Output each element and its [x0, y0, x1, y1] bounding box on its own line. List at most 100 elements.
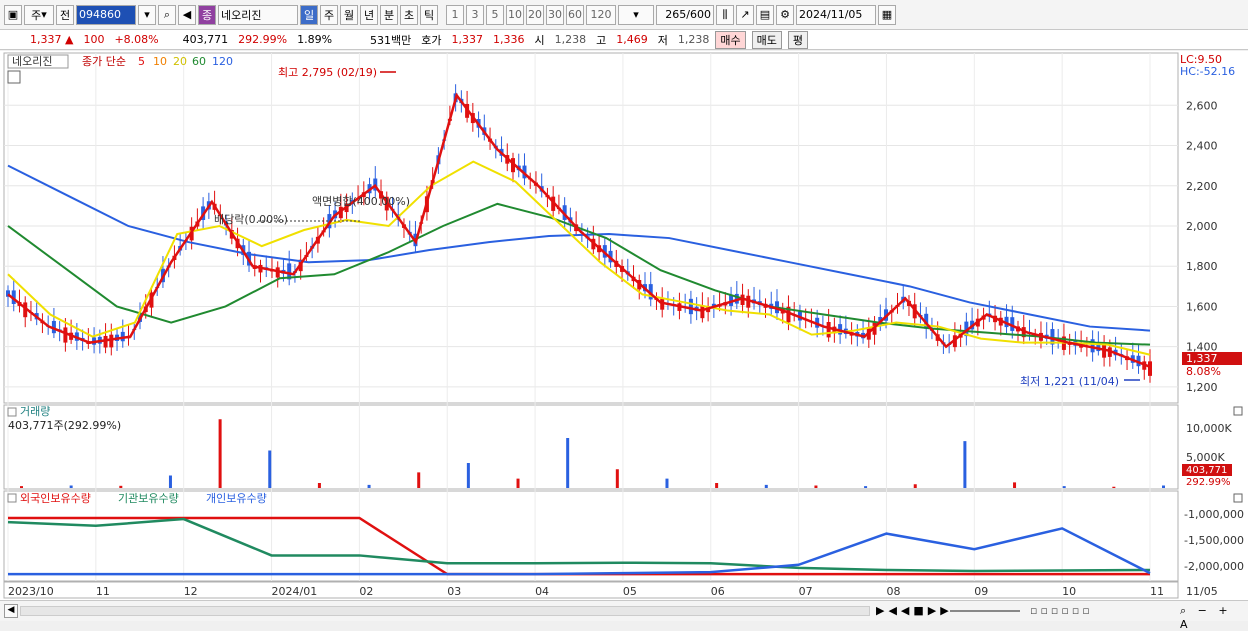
low-price: 1,238: [677, 33, 710, 46]
ma-period-60: 60: [192, 55, 206, 68]
x-axis-label: 02: [359, 585, 373, 598]
tab-second[interactable]: 초: [400, 4, 418, 25]
date-input[interactable]: 2024/11/05: [796, 4, 876, 25]
candle-body: [700, 305, 705, 319]
horizontal-scrollbar[interactable]: [20, 606, 870, 616]
calendar-icon[interactable]: ▦: [878, 4, 896, 25]
volume-panel-close-icon[interactable]: [1233, 406, 1243, 416]
period-select[interactable]: 주 ▾: [24, 4, 54, 25]
stock-name-field: 네오리진: [218, 4, 298, 25]
settings-gear-icon[interactable]: ⚙: [776, 4, 794, 25]
ma-label: 종가 단순: [82, 55, 126, 68]
bottom-bar: ◀ ▶◀◀■▶▶ ▫▫▫▫▫▫ ⌕ − + A: [0, 600, 1248, 631]
tab-minute[interactable]: 분: [380, 4, 398, 25]
price-tick-label: 1,200: [1186, 381, 1218, 394]
x-axis-label: 10: [1062, 585, 1076, 598]
eval-button[interactable]: 평: [787, 30, 809, 49]
volume-bar: [466, 463, 470, 488]
stock-type-badge: 종: [198, 4, 216, 25]
interval-20[interactable]: 20: [526, 4, 544, 25]
price-tick-label: 2,400: [1186, 140, 1218, 153]
sell-button[interactable]: 매도: [751, 30, 782, 49]
trade-amount: 531백만: [370, 33, 412, 47]
volume-axis-10000k: 10,000K: [1186, 422, 1232, 435]
high-price: 1,469: [616, 33, 648, 46]
ma-period-120: 120: [212, 55, 233, 68]
volume-bar: [615, 469, 619, 488]
price-tick-label: 2,600: [1186, 99, 1218, 112]
tool-icons[interactable]: ▫▫▫▫▫▫: [1030, 604, 1093, 617]
x-axis-label: 04: [535, 585, 549, 598]
volume-bar: [665, 478, 669, 488]
interval-120[interactable]: 120: [586, 4, 616, 25]
x-axis-label: 07: [799, 585, 813, 598]
holding-axis-1-5m: -1,500,000: [1184, 534, 1244, 547]
zoom-slider[interactable]: [950, 610, 1020, 612]
code-dropdown-icon[interactable]: ▾: [138, 4, 156, 25]
price-change-pct: +8.08%: [114, 33, 159, 46]
volume-bar: [417, 472, 421, 488]
speaker-icon[interactable]: ◀: [178, 4, 196, 25]
holding-axis-1m: -1,000,000: [1184, 508, 1244, 521]
zoom-controls[interactable]: ⌕ − + A: [1180, 604, 1248, 631]
volume-bar: [1162, 485, 1165, 488]
price-change: 100: [83, 33, 105, 46]
playback-controls[interactable]: ▶◀◀■▶▶: [876, 604, 953, 617]
chart-layout-icon[interactable]: ▣: [4, 4, 22, 25]
volume-bar: [764, 484, 768, 488]
tab-year[interactable]: 년: [360, 4, 378, 25]
back-button[interactable]: 전: [56, 4, 74, 25]
volume-bar: [1112, 486, 1116, 488]
volume-bar: [516, 478, 520, 488]
current-price-tag: 1,337: [1186, 352, 1218, 365]
chart-area[interactable]: 2,600 2,400 2,200 2,000 1,800 1,600 1,400 1,200…: [0, 51, 1248, 621]
price-tick-label: 1,600: [1186, 300, 1218, 313]
holding-panel-frame: [3, 490, 1179, 582]
volume-bar: [913, 484, 917, 488]
interval-30[interactable]: 30: [546, 4, 564, 25]
current-price: 1,337 ▲: [30, 33, 74, 46]
interval-5[interactable]: 5: [486, 4, 504, 25]
candle-body: [1148, 361, 1152, 376]
holding-panel-close-icon[interactable]: [1233, 493, 1243, 503]
holding-panel-toggle[interactable]: [7, 493, 17, 503]
save-icon[interactable]: ▤: [756, 4, 774, 25]
draw-tool-icon[interactable]: ↗: [736, 4, 754, 25]
volume-current-tag: 403,771: [1186, 465, 1227, 476]
interval-10[interactable]: 10: [506, 4, 524, 25]
volume-bar: [1062, 486, 1066, 488]
volume-panel-toggle[interactable]: [7, 407, 17, 417]
candle-body: [109, 334, 114, 348]
ma-period-10: 10: [153, 55, 167, 68]
stock-code-input[interactable]: 094860: [76, 4, 136, 25]
tab-month[interactable]: 월: [340, 4, 358, 25]
tab-tick[interactable]: 틱: [420, 4, 438, 25]
interval-60[interactable]: 60: [566, 4, 584, 25]
high-label: 고: [596, 33, 607, 47]
buy-button[interactable]: 매수: [715, 30, 746, 49]
volume-bar: [864, 486, 868, 488]
scroll-left-icon[interactable]: ◀: [4, 604, 18, 618]
chart-svg[interactable]: 2,6002,4002,2002,0001,8001,6001,4001,200…: [0, 51, 1248, 600]
candle-body: [826, 322, 831, 338]
search-icon[interactable]: ⌕: [158, 4, 176, 25]
low-label: 저: [657, 33, 668, 47]
tab-week[interactable]: 주: [320, 4, 338, 25]
interval-3[interactable]: 3: [466, 4, 484, 25]
price-tick-label: 1,800: [1186, 260, 1218, 273]
candle-style-icon[interactable]: ⫼: [716, 4, 734, 25]
candle-count-input[interactable]: 265/600: [656, 4, 714, 25]
volume-bar: [69, 485, 73, 488]
x-axis-label: 09: [974, 585, 988, 598]
ma-period-5: 5: [138, 55, 145, 68]
price-tick-label: 2,200: [1186, 180, 1218, 193]
table-view-icon[interactable]: [7, 70, 21, 84]
turnover-pct: 1.89%: [297, 33, 333, 46]
quote-bar: 1,337 ▲ 100 +8.08% 403,771 292.99% 1.89%…: [0, 30, 1248, 50]
interval-1[interactable]: 1: [446, 4, 464, 25]
x-axis-label: 2024/01: [272, 585, 318, 598]
volume-bar: [268, 450, 272, 488]
interval-custom-select[interactable]: ▾: [618, 4, 654, 25]
open-price: 1,238: [554, 33, 587, 46]
tab-day[interactable]: 일: [300, 4, 318, 25]
